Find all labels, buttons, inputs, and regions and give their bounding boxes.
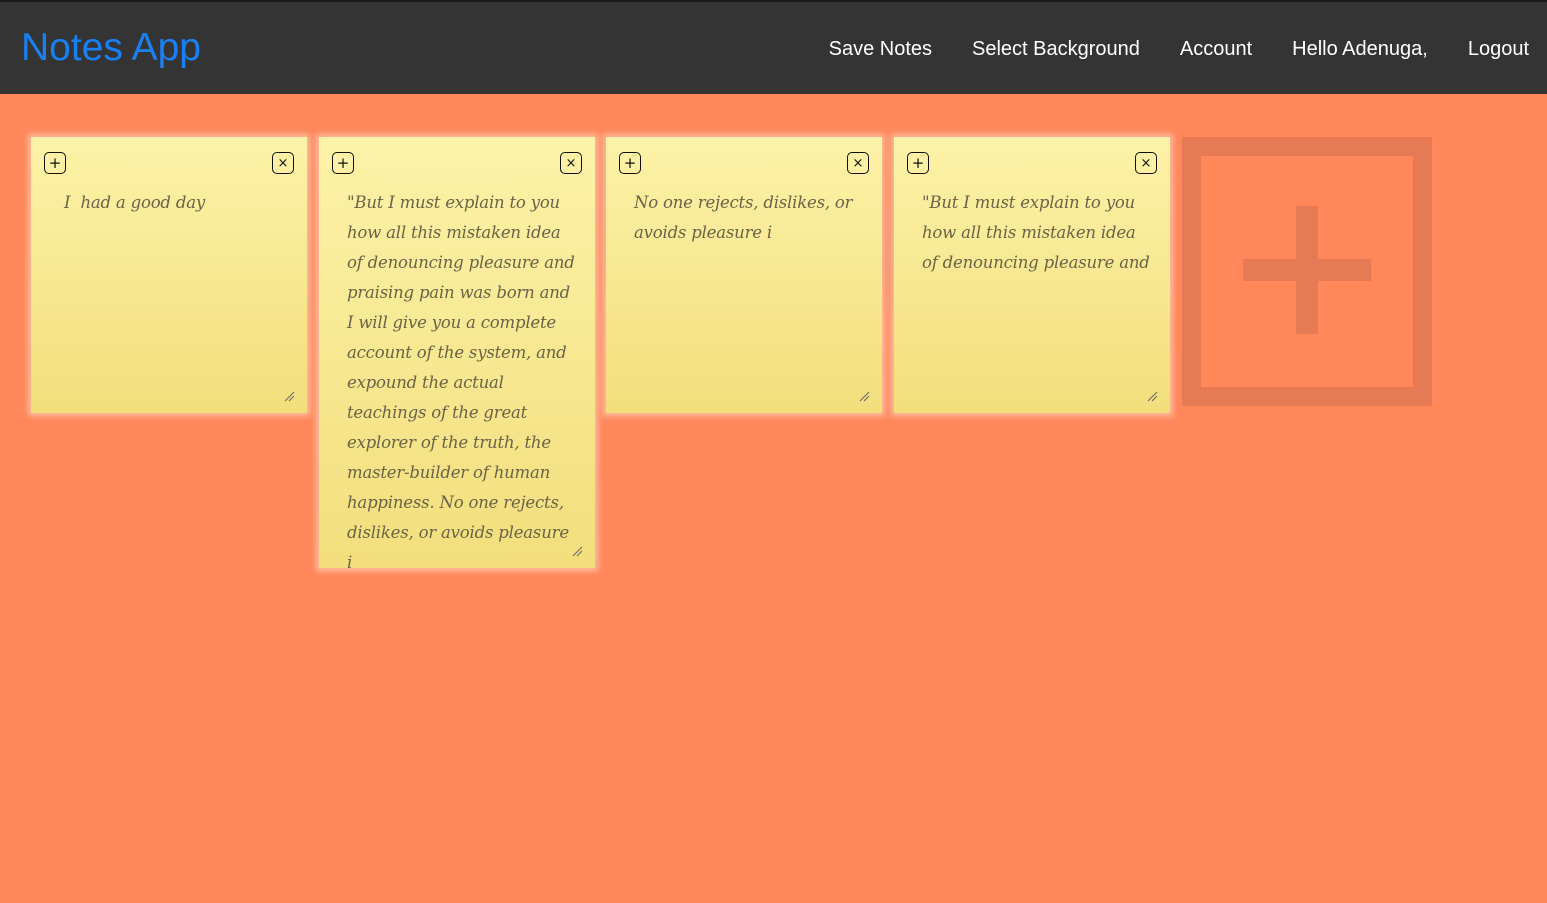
close-icon[interactable]: × — [847, 152, 869, 174]
resize-handle-icon[interactable] — [859, 391, 870, 402]
close-icon[interactable]: × — [1135, 152, 1157, 174]
add-note-button[interactable] — [1182, 137, 1432, 406]
user-greeting: Hello Adenuga, — [1292, 38, 1428, 60]
note-text-area[interactable]: "But I must explain to you how all this … — [922, 188, 1150, 278]
notes-board: + × I had a good day + × "But I must exp… — [0, 94, 1547, 903]
note-text-area[interactable]: "But I must explain to you how all this … — [347, 188, 575, 578]
account-link[interactable]: Account — [1180, 35, 1252, 63]
note-text-area[interactable]: I had a good day — [59, 188, 287, 218]
add-note-icon[interactable]: + — [619, 152, 641, 174]
resize-handle-icon[interactable] — [1147, 391, 1158, 402]
logout-link[interactable]: Logout — [1468, 35, 1529, 63]
resize-handle-icon[interactable] — [572, 546, 583, 557]
note-card: + × "But I must explain to you how all t… — [319, 137, 595, 572]
close-icon[interactable]: × — [560, 152, 582, 174]
add-note-icon[interactable]: + — [332, 152, 354, 174]
plus-icon — [1243, 206, 1371, 334]
note-card: + × "But I must explain to you how all t… — [894, 137, 1170, 413]
close-icon[interactable]: × — [272, 152, 294, 174]
note-text-area[interactable]: No one rejects, dislikes, or avoids plea… — [634, 188, 862, 248]
add-note-icon[interactable]: + — [44, 152, 66, 174]
nav-menu: Save Notes Select Background Account Hel… — [829, 35, 1529, 63]
brand-logo[interactable]: Notes App — [21, 24, 201, 72]
note-card: + × No one rejects, dislikes, or avoids … — [606, 137, 882, 413]
save-notes-link[interactable]: Save Notes — [829, 35, 932, 63]
add-note-icon[interactable]: + — [907, 152, 929, 174]
select-background-link[interactable]: Select Background — [972, 35, 1140, 63]
resize-handle-icon[interactable] — [284, 391, 295, 402]
top-navbar: Notes App Save Notes Select Background A… — [0, 0, 1547, 94]
note-card: + × I had a good day — [31, 137, 307, 413]
